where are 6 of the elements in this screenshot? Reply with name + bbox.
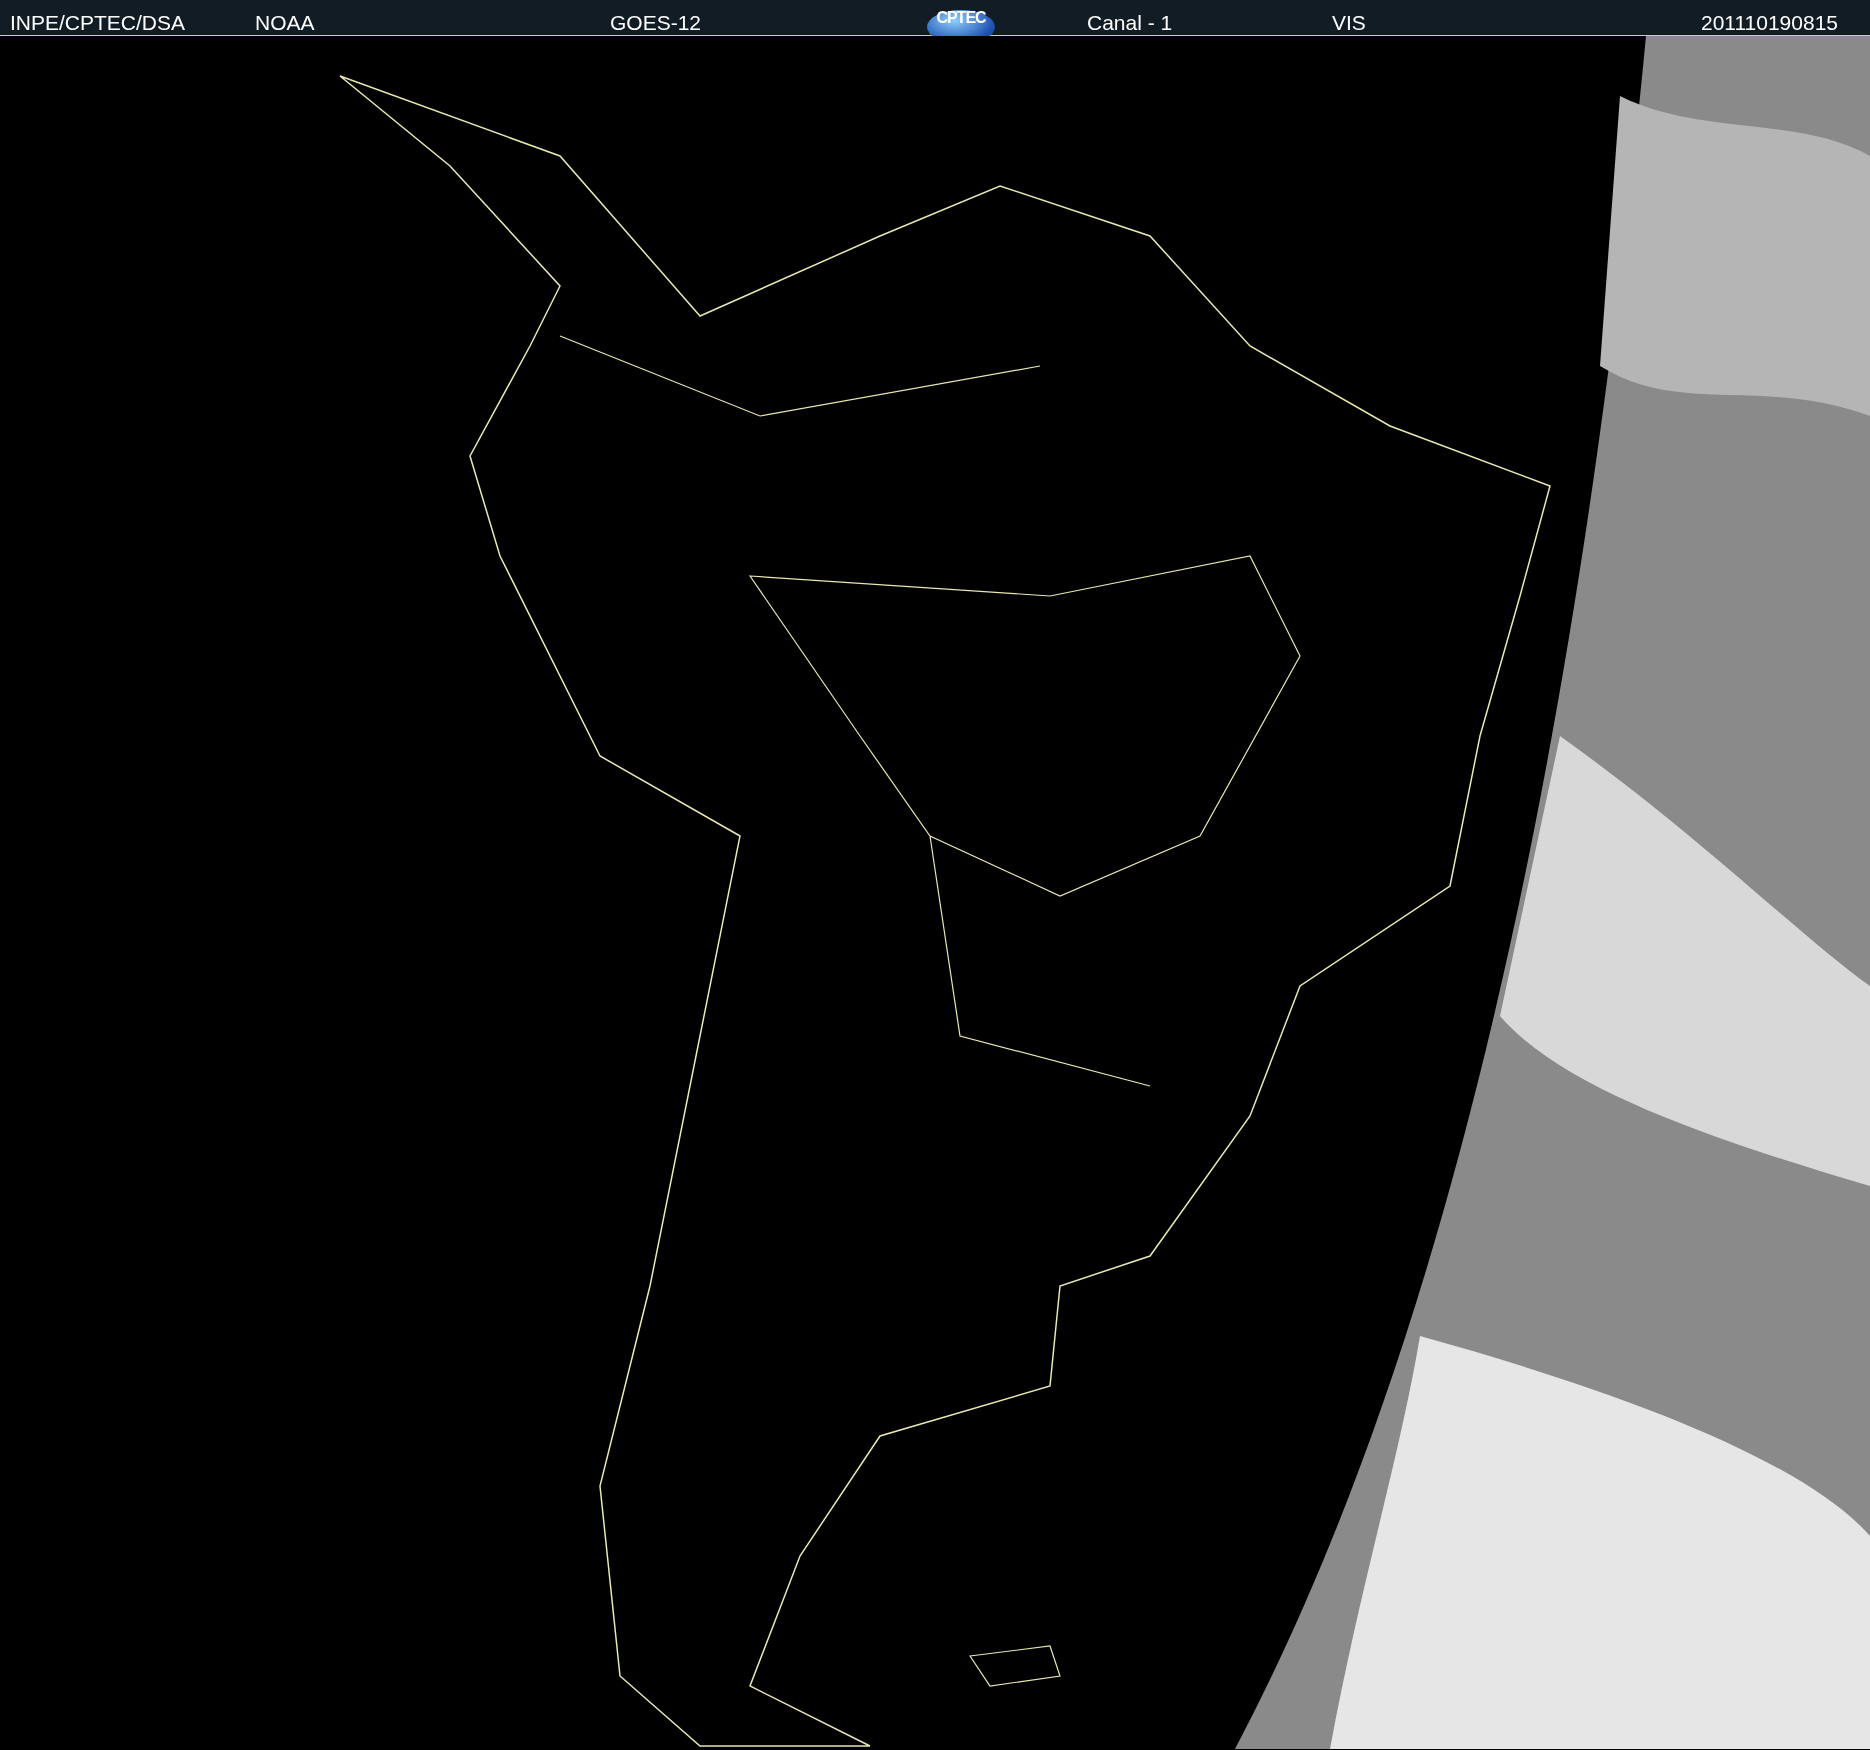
channel-label: Canal - 1: [1087, 11, 1174, 33]
timestamp-label: 201110190815: [1699, 11, 1839, 33]
band-label: VIS: [1332, 11, 1367, 33]
source-label: INPE/CPTEC/DSA: [10, 11, 187, 33]
satellite-label: GOES-12: [610, 11, 703, 33]
agency-label: NOAA: [255, 11, 316, 33]
